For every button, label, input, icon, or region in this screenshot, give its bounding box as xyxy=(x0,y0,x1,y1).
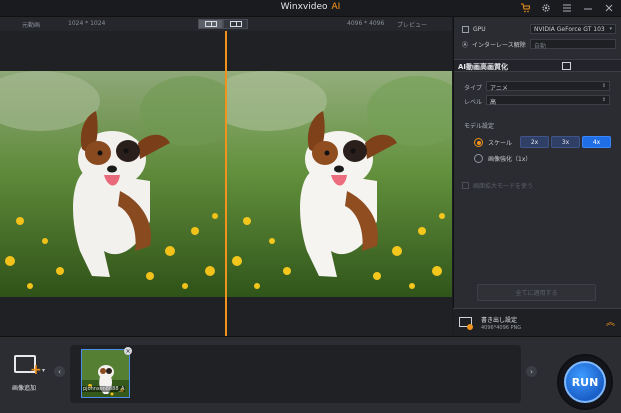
add-image-button[interactable]: + ▾ 画像追加 xyxy=(12,355,46,395)
scale-2x-label: 2x xyxy=(530,138,539,146)
title-bar: Winxvideo AI xyxy=(0,0,621,17)
keep-checkbox[interactable] xyxy=(462,182,469,189)
section-title: AI動画高画質化 xyxy=(454,59,621,72)
settings-icon[interactable] xyxy=(540,2,552,14)
bottom-bar: + ▾ 画像追加 ‹ × pjohnson8888_A › RUN xyxy=(0,336,621,413)
keep-label: 画面拡大モードを使う xyxy=(473,183,534,190)
add-image-label: 画像追加 xyxy=(12,385,37,392)
close-icon[interactable] xyxy=(603,2,615,14)
chevron-down-icon[interactable]: ▾ xyxy=(42,367,45,374)
cart-icon[interactable] xyxy=(519,2,531,14)
media-strip: ‹ × pjohnson8888_A › xyxy=(54,345,537,403)
model-label: モデル設定 xyxy=(464,123,495,130)
thumbnail-label: pjohnson8888_A xyxy=(82,386,126,392)
split-view-icon xyxy=(204,21,217,27)
remove-thumbnail-icon[interactable]: × xyxy=(124,347,132,355)
minimize-icon[interactable] xyxy=(582,2,594,14)
apply-all-button[interactable]: 全てに適用する xyxy=(477,284,596,301)
type-select[interactable]: アニメ ⇕ xyxy=(486,81,610,92)
original-resolution: 1024 * 1024 xyxy=(68,20,106,27)
gpu-checkbox[interactable] xyxy=(462,26,469,33)
side-by-side-view-button[interactable] xyxy=(223,19,248,29)
gpu-select[interactable]: NVIDIA GeForce GT 103 ▾ xyxy=(530,24,616,34)
gpu-select-value: NVIDIA GeForce GT 103 xyxy=(534,26,605,33)
plus-icon: + xyxy=(30,362,42,378)
deinterlace-icon: Ⓐ xyxy=(462,42,469,49)
enhance-row: 画像強化（1x） xyxy=(474,154,531,163)
scale-4x-label: 4x xyxy=(592,138,601,146)
preview-label: プレビュー xyxy=(397,22,428,29)
scale-3x-label: 3x xyxy=(561,138,570,146)
scale-label: スケール xyxy=(488,140,513,147)
enhance-radio[interactable] xyxy=(474,154,483,163)
chevron-updown-icon: ⇕ xyxy=(601,83,606,89)
scale-3x-button[interactable]: 3x xyxy=(551,136,580,148)
level-label: レベル xyxy=(464,99,483,106)
settings-panel: GPU NVIDIA GeForce GT 103 ▾ Ⓐ インターレース解除 自… xyxy=(453,17,621,336)
chevron-up-icon[interactable]: ︽ xyxy=(606,315,615,328)
scale-4x-button[interactable]: 4x xyxy=(582,136,611,148)
view-toggle xyxy=(198,19,248,29)
type-label: タイプ xyxy=(464,85,483,92)
interlace-select[interactable]: 自動 xyxy=(530,39,616,50)
keep-row: 画面拡大モードを使う xyxy=(462,181,533,190)
gear-badge-icon xyxy=(467,324,473,330)
menu-icon[interactable] xyxy=(561,2,573,14)
enhanced-image xyxy=(227,71,452,297)
level-select[interactable]: 高 ⇕ xyxy=(486,95,610,106)
prev-arrow-icon[interactable]: ‹ xyxy=(54,366,65,377)
preview-area xyxy=(0,31,452,336)
chevron-updown-icon: ⇕ xyxy=(601,97,606,103)
side-by-side-icon xyxy=(229,21,242,27)
scale-row: スケール xyxy=(474,138,512,147)
apply-all-label: 全てに適用する xyxy=(515,290,558,297)
app-ai-label: AI xyxy=(331,2,341,12)
external-link-icon[interactable] xyxy=(562,62,571,70)
original-image xyxy=(0,71,225,297)
gpu-row: GPU xyxy=(462,26,486,33)
scale-radio[interactable] xyxy=(474,138,483,147)
next-arrow-icon[interactable]: › xyxy=(526,366,537,377)
interlace-label: インターレース解除 xyxy=(472,42,526,49)
export-subtitle: 4096*4096 PNG xyxy=(481,325,522,331)
preview-header: 元動画 1024 * 1024 4096 * 4096 プレビュー xyxy=(0,17,452,31)
chevron-down-icon: ▾ xyxy=(609,26,612,32)
split-view-button[interactable] xyxy=(198,19,223,29)
run-label: RUN xyxy=(571,375,599,389)
gpu-label: GPU xyxy=(473,26,486,33)
interlace-row: Ⓐ インターレース解除 xyxy=(462,40,526,49)
comparison-divider[interactable] xyxy=(225,31,227,336)
export-title: 書き出し設定 xyxy=(481,317,518,324)
level-select-value: 高 xyxy=(490,99,497,106)
interlace-select-value: 自動 xyxy=(534,43,547,50)
type-select-value: アニメ xyxy=(490,85,508,92)
scale-2x-button[interactable]: 2x xyxy=(520,136,549,148)
original-label: 元動画 xyxy=(22,22,41,29)
export-settings[interactable]: 書き出し設定 4096*4096 PNG ︽ xyxy=(453,308,621,336)
run-button[interactable]: RUN xyxy=(564,361,606,403)
enhance-label: 画像強化（1x） xyxy=(488,156,532,163)
section-title-text: AI動画高画質化 xyxy=(458,63,509,71)
app-name: Winxvideo xyxy=(280,2,328,12)
output-resolution: 4096 * 4096 xyxy=(347,20,385,27)
